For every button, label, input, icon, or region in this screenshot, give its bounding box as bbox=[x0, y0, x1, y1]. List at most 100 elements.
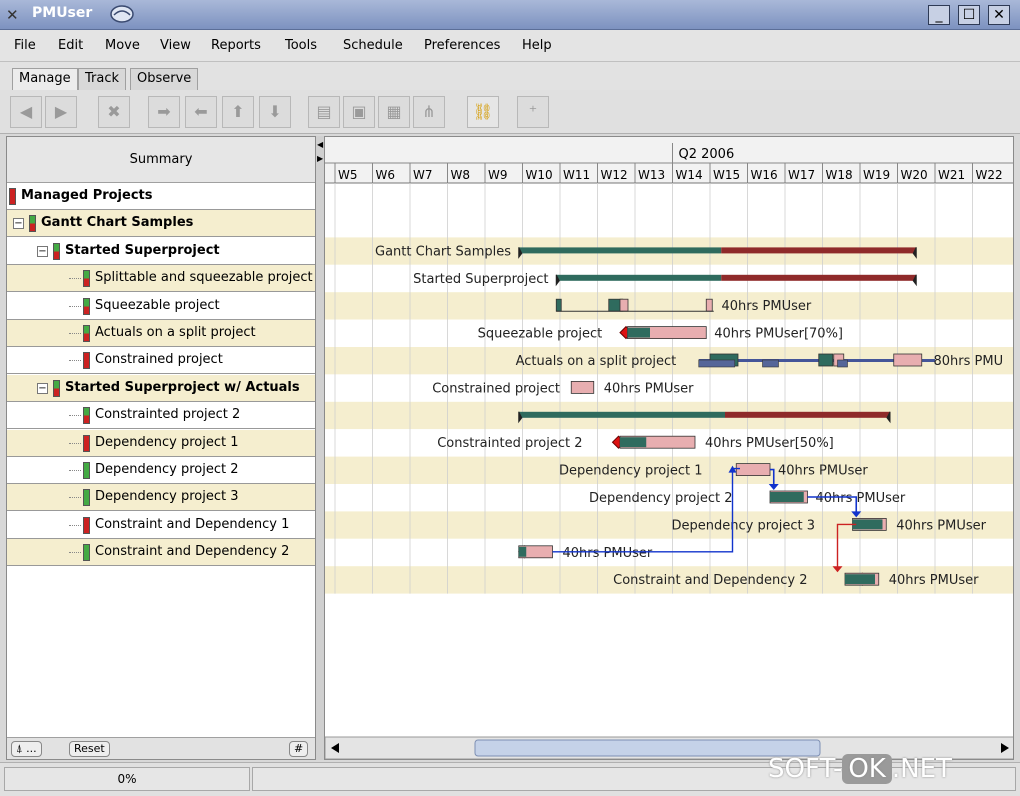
summary-bar-remaining bbox=[725, 411, 890, 418]
find-button[interactable]: ⍋ ... bbox=[11, 741, 42, 757]
tree-connector bbox=[69, 278, 81, 280]
tree-item-label: Gantt Chart Samples bbox=[41, 215, 194, 231]
actuals-bar bbox=[837, 359, 848, 368]
bar-label: Squeezable project bbox=[478, 327, 603, 342]
week-label: W17 bbox=[788, 168, 815, 182]
arrow-right-icon[interactable]: ➡ bbox=[148, 96, 180, 128]
indent-left-icon[interactable]: ◀ bbox=[10, 96, 42, 128]
menu-schedule[interactable]: Schedule bbox=[343, 38, 403, 53]
tree-row[interactable]: Constrained project bbox=[7, 347, 315, 375]
indent-right-icon[interactable]: ▶ bbox=[45, 96, 77, 128]
tree-row[interactable]: Constraint and Dependency 2 bbox=[7, 539, 315, 567]
menu-move[interactable]: Move bbox=[105, 38, 140, 53]
tree-row[interactable]: Actuals on a split project bbox=[7, 320, 315, 347]
minimize-button[interactable]: _ bbox=[928, 5, 950, 25]
gantt-canvas[interactable]: Q2 2006 W5 W6 W7 W8 W9 W10 W11 W12 W13 W14 W15 W16 W1… bbox=[325, 137, 1014, 760]
tree-connector bbox=[69, 415, 81, 417]
summary-header: Summary bbox=[7, 137, 315, 183]
reset-button[interactable]: Reset bbox=[69, 741, 110, 757]
tree-connector bbox=[69, 470, 81, 471]
bar-label: Gantt Chart Samples bbox=[375, 244, 511, 259]
progress-status: 0% bbox=[4, 767, 250, 791]
task-bar bbox=[555, 298, 562, 312]
tree-item-label: Squeezable project bbox=[95, 297, 220, 313]
task-bar-progress bbox=[518, 546, 527, 557]
tree-row[interactable]: − Started Superproject w/ Actuals bbox=[7, 374, 315, 402]
delete-icon[interactable]: ✖ bbox=[98, 96, 130, 128]
bar-label: Constrained project bbox=[432, 381, 560, 396]
arrow-down-icon[interactable]: ⬇ bbox=[259, 96, 291, 128]
tree-row[interactable]: Dependency project 1 bbox=[7, 429, 315, 457]
tree-row[interactable]: Constrainted project 2 bbox=[7, 402, 315, 430]
collapse-right-icon[interactable]: ▶ bbox=[317, 154, 323, 163]
tree-row[interactable]: Constraint and Dependency 1 bbox=[7, 512, 315, 539]
bar-label: 80hrs PMU bbox=[934, 354, 1004, 369]
menu-tools[interactable]: Tools bbox=[285, 38, 317, 53]
hash-button[interactable]: # bbox=[289, 741, 309, 757]
cut-icon[interactable]: ▤ bbox=[308, 96, 340, 128]
tree-connector bbox=[69, 552, 81, 554]
find-label: ... bbox=[26, 742, 37, 755]
tree-icon[interactable]: ⋔ bbox=[413, 96, 445, 128]
collapse-toggle-icon[interactable]: − bbox=[13, 218, 24, 230]
bar-label: Constraint and Dependency 2 bbox=[613, 573, 807, 588]
close-button[interactable]: ✕ bbox=[988, 5, 1010, 25]
tree-row[interactable]: Dependency project 2 bbox=[7, 457, 315, 484]
bar-label: 40hrs PMUser bbox=[816, 491, 906, 506]
tree-item-label: Splittable and squeezable project bbox=[95, 270, 313, 286]
tree-footer: ⍋ ... Reset # bbox=[7, 737, 315, 759]
add-link-icon[interactable]: ⁺ bbox=[517, 96, 549, 128]
collapse-left-icon[interactable]: ◀ bbox=[317, 140, 323, 149]
status-flag-icon bbox=[83, 325, 90, 342]
tree-row[interactable]: Dependency project 3 bbox=[7, 484, 315, 512]
tree-row[interactable]: Splittable and squeezable project bbox=[7, 265, 315, 293]
paste-icon[interactable]: ▦ bbox=[378, 96, 410, 128]
summary-bar-done bbox=[518, 411, 725, 418]
tree-item-label: Started Superproject bbox=[65, 242, 220, 258]
tree-item-label: Constraint and Dependency 2 bbox=[95, 544, 290, 560]
bar-label: Constrainted project 2 bbox=[437, 436, 582, 451]
menu-reports[interactable]: Reports bbox=[211, 38, 261, 53]
collapse-toggle-icon[interactable]: − bbox=[37, 382, 48, 394]
arrow-up-icon[interactable]: ⬆ bbox=[222, 96, 254, 128]
tab-observe[interactable]: Observe bbox=[130, 68, 199, 90]
menu-help[interactable]: Help bbox=[522, 38, 552, 53]
bar-label: 40hrs PMUser bbox=[778, 464, 868, 479]
tab-manage[interactable]: Manage bbox=[12, 68, 78, 90]
arrow-left-icon[interactable]: ⬅ bbox=[185, 96, 217, 128]
maximize-button[interactable]: ☐ bbox=[958, 5, 980, 25]
tree-row[interactable]: Squeezable project bbox=[7, 293, 315, 320]
status-flag-icon bbox=[53, 379, 60, 397]
link-icon[interactable]: ⛓ bbox=[467, 96, 499, 128]
menu-view[interactable]: View bbox=[160, 38, 191, 53]
menu-preferences[interactable]: Preferences bbox=[424, 38, 500, 53]
actuals-bar bbox=[698, 359, 736, 368]
bar-label: 40hrs PMUser[70%] bbox=[714, 327, 843, 342]
bar-label: 40hrs PMUser bbox=[722, 299, 812, 314]
menu-file[interactable]: File bbox=[14, 38, 36, 53]
summary-bar-done bbox=[556, 274, 722, 281]
task-bar-progress bbox=[620, 437, 647, 448]
bell-icon: ⍋ bbox=[16, 742, 27, 755]
tree-row[interactable]: − Gantt Chart Samples bbox=[7, 210, 315, 238]
copy-icon[interactable]: ▣ bbox=[343, 96, 375, 128]
summary-bar-done bbox=[518, 247, 722, 254]
tree-row[interactable]: Managed Projects bbox=[7, 183, 315, 210]
week-label: W6 bbox=[376, 168, 396, 182]
tree-item-label: Managed Projects bbox=[21, 188, 153, 203]
panel-splitter[interactable]: ◀ ▶ bbox=[316, 136, 324, 760]
watermark-ok: OK bbox=[842, 754, 892, 784]
task-bar bbox=[818, 353, 834, 367]
status-flag-icon bbox=[83, 434, 90, 452]
status-flag-icon bbox=[9, 188, 16, 205]
collapse-toggle-icon[interactable]: − bbox=[37, 245, 48, 257]
tab-track[interactable]: Track bbox=[78, 68, 127, 90]
tree-item-label: Dependency project 3 bbox=[95, 489, 239, 505]
status-flag-icon bbox=[83, 407, 90, 425]
week-label: W5 bbox=[338, 168, 358, 182]
tree-row[interactable]: − Started Superproject bbox=[7, 238, 315, 265]
bar-label: Dependency project 3 bbox=[672, 518, 815, 533]
status-flag-icon bbox=[83, 297, 90, 315]
menu-edit[interactable]: Edit bbox=[58, 38, 83, 53]
menu-bar: File Edit Move View Reports Tools Schedu… bbox=[0, 30, 1020, 62]
